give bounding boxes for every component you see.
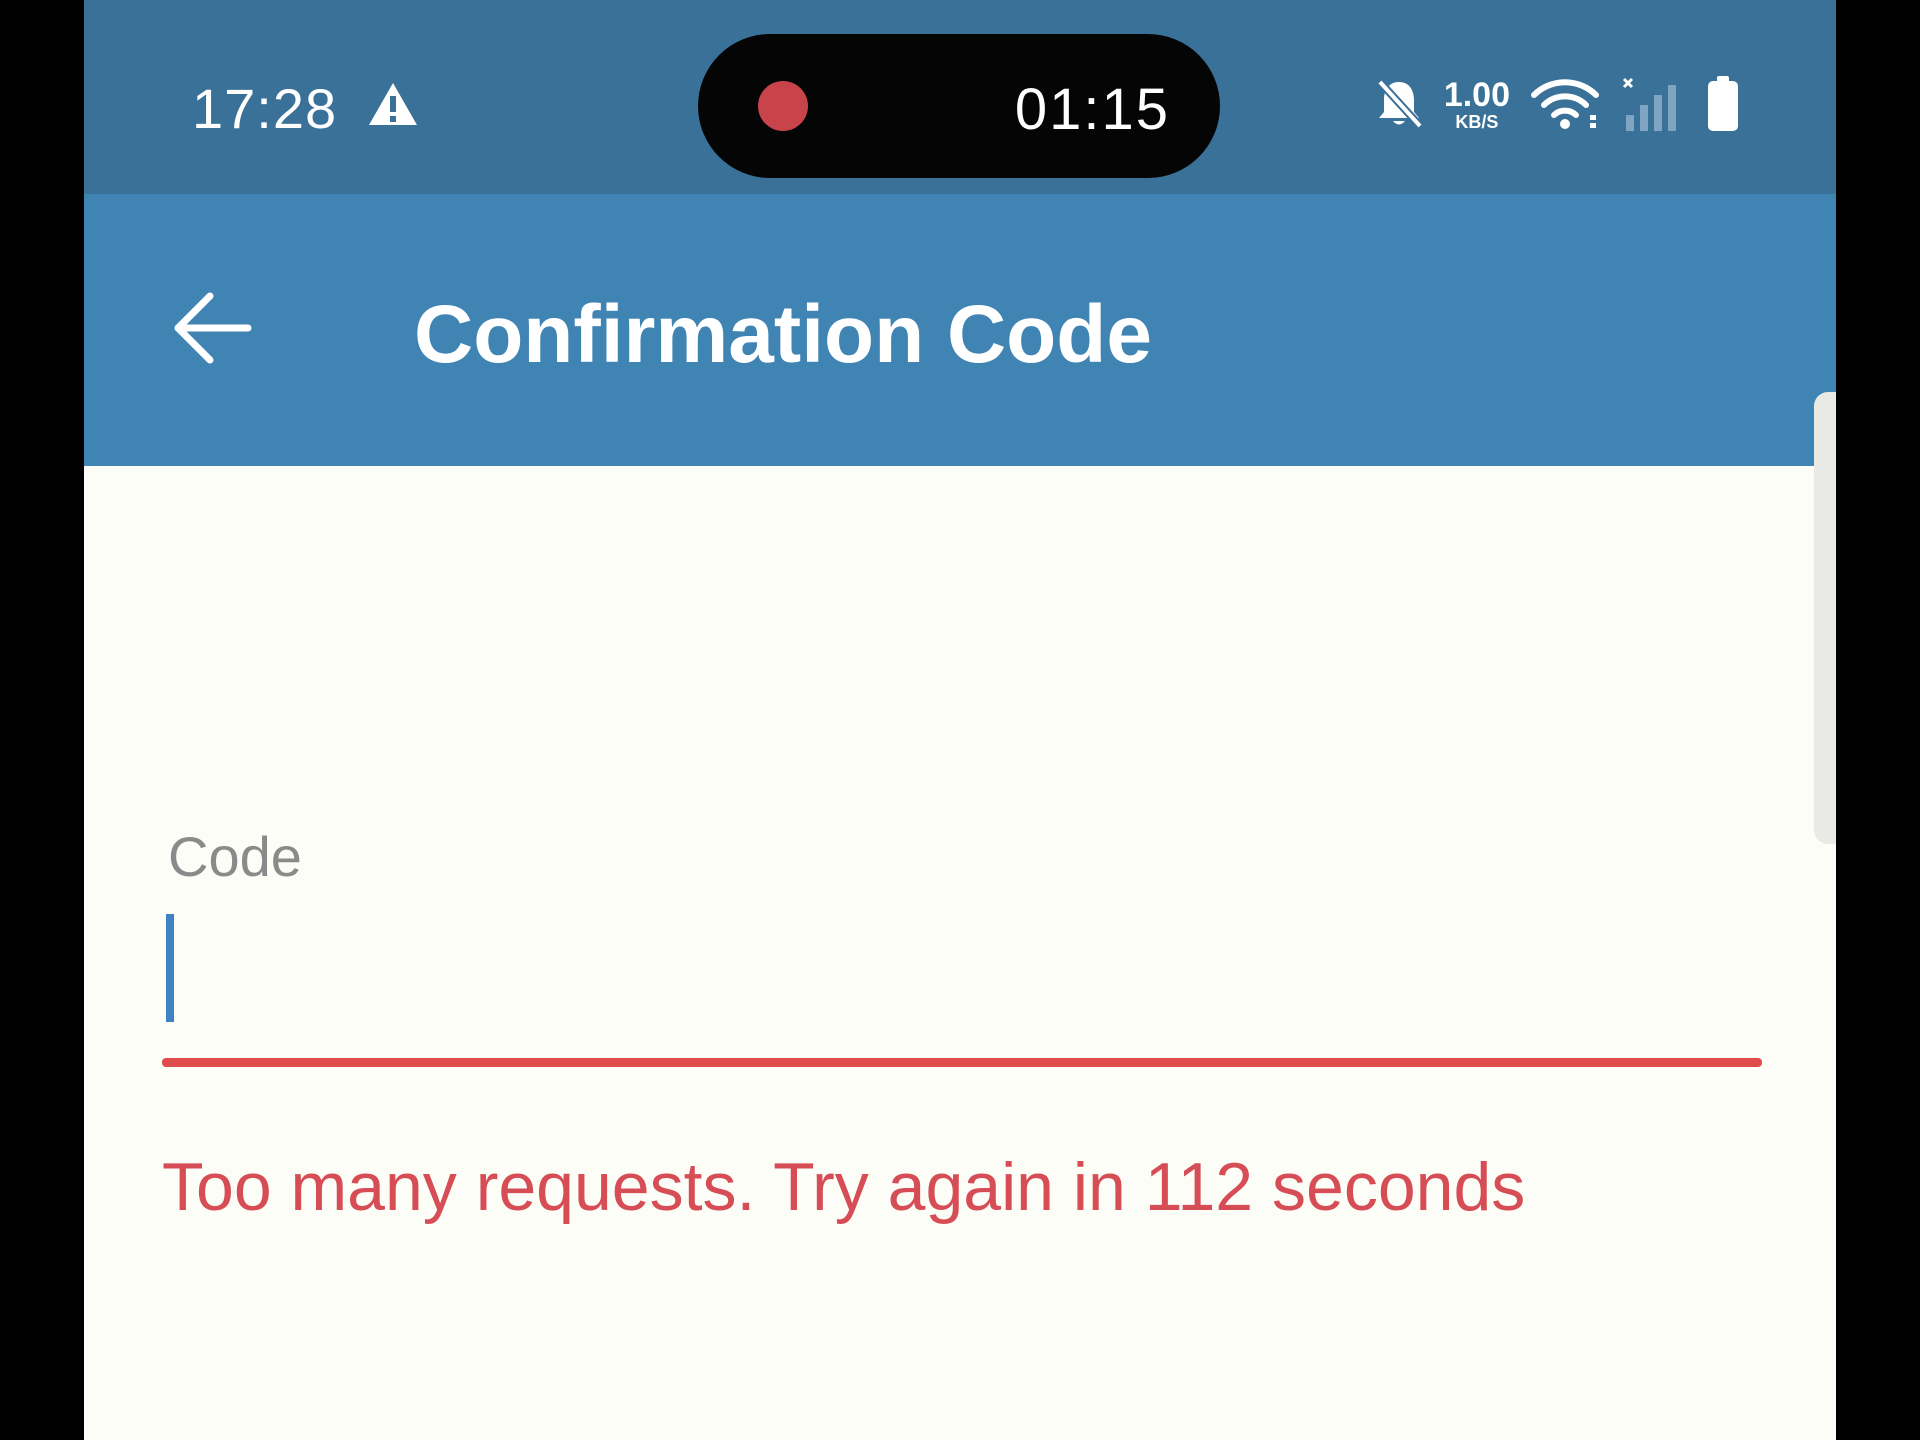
code-field-label: Code [168, 825, 302, 888]
status-time: 17:28 [192, 77, 338, 140]
network-speed-value: 1.00 [1443, 75, 1510, 114]
status-bar: 17:28 01:15 1.00 KB/S [84, 0, 1836, 194]
bell-off-icon [1376, 79, 1423, 129]
code-field[interactable] [162, 900, 1766, 1022]
phone-screen: 17:28 01:15 1.00 KB/S Confirmation Code … [84, 0, 1836, 1440]
code-input[interactable] [162, 900, 1766, 1010]
scrollbar-thumb[interactable] [1814, 392, 1836, 844]
status-icons: 1.00 KB/S [1374, 72, 1740, 136]
screen-recorder-pill[interactable]: 01:15 [698, 34, 1220, 178]
error-message: Too many requests. Try again in 112 seco… [162, 1149, 1526, 1225]
battery-full-icon [1708, 76, 1738, 131]
code-field-underline-error [162, 1058, 1762, 1067]
network-speed-unit: KB/S [1455, 111, 1499, 132]
recording-timer: 01:15 [1014, 77, 1170, 142]
record-indicator-icon [758, 81, 808, 131]
cellular-signal-off-icon [1622, 77, 1676, 131]
app-bar: Confirmation Code [84, 194, 1836, 466]
text-cursor [166, 914, 174, 1022]
network-speed: 1.00 KB/S [1444, 78, 1510, 131]
warning-triangle-icon [369, 83, 417, 125]
wifi-icon [1531, 79, 1599, 129]
back-arrow-icon[interactable] [170, 286, 254, 370]
page-title: Confirmation Code [414, 289, 1152, 380]
